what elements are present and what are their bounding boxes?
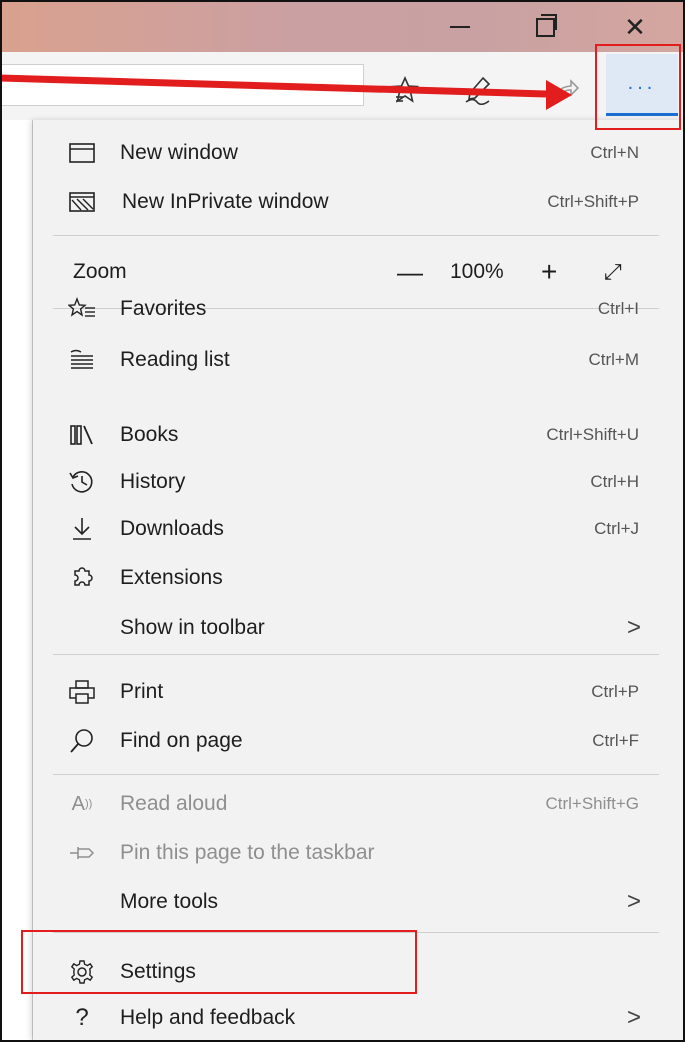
- annotation-arrow: [0, 74, 572, 110]
